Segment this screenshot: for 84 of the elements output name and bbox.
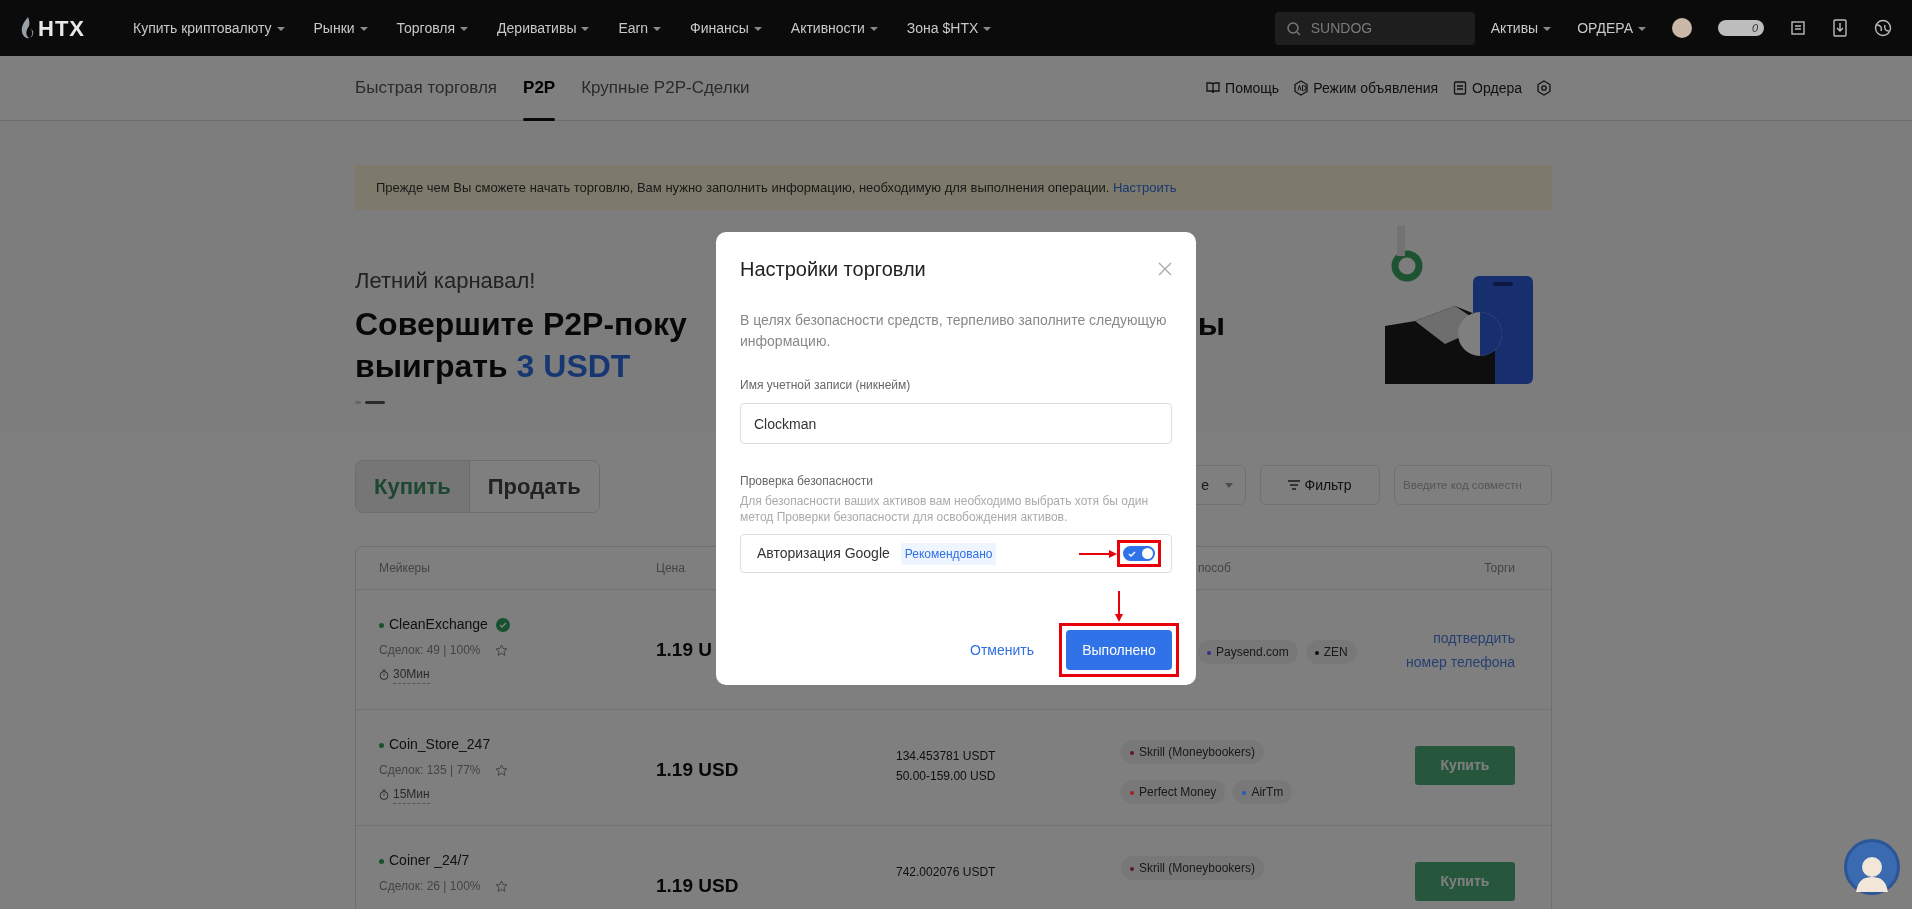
header-link[interactable]: Режим объявления (1293, 77, 1439, 99)
nav-menu-item[interactable]: Финансы (690, 17, 762, 39)
setup-link[interactable]: Настроить (1112, 179, 1177, 195)
star-icon[interactable] (494, 763, 508, 777)
nav-menu-item[interactable]: Деривативы (497, 17, 590, 39)
done-button[interactable]: Выполнено (1066, 630, 1172, 670)
promo-headline: ы (1197, 305, 1225, 344)
trade-side-tab[interactable]: Продать (468, 461, 599, 512)
dialog-title: Настройки торговли (740, 257, 926, 282)
maker-name[interactable]: CleanExchange (379, 614, 488, 635)
field-label: Проверка безопасности (740, 473, 874, 490)
hexagon-icon (1293, 80, 1310, 96)
field-label: Имя учетной записи (никнейм) (740, 377, 912, 394)
user-avatar[interactable] (1672, 18, 1692, 38)
header-link[interactable]: Помощь (1205, 77, 1280, 99)
column-header: пособ (1198, 561, 1231, 575)
nickname-input-field[interactable]: Clockman (740, 403, 1172, 444)
payment-method-tag: ZEN (1305, 640, 1357, 664)
payment-time: 30Мин (393, 665, 430, 684)
logo-text[interactable]: HTX (38, 11, 85, 45)
payment-method-tag: Skrill (Moneybookers) (1121, 856, 1265, 880)
payment-time: 15Мин (393, 785, 430, 804)
maker-name[interactable]: Coiner _24/7 (379, 850, 470, 871)
promo-kicker: Летний карнавал! (355, 267, 536, 295)
filter-button[interactable]: Фильтр (1260, 465, 1380, 505)
column-header: Цена (656, 561, 685, 575)
cancel-button[interactable]: Отменить (970, 639, 1034, 661)
settings-icon[interactable] (1536, 80, 1552, 96)
person-silhouette-icon (1854, 854, 1890, 892)
payment-method-tag: Perfect Money (1121, 780, 1226, 804)
select-value: е (1201, 475, 1209, 495)
timer-icon (379, 669, 389, 680)
security-hint: Для безопасности ваших активов вам необходимо выбрать хотя бы один метод Проверки безопасности для освобождения активов. (740, 493, 1150, 525)
toggle-switch[interactable] (1123, 546, 1155, 561)
price-value: 1.19 USD (656, 759, 739, 780)
price-value: 1.19 U (656, 639, 712, 660)
nav-menu-item[interactable]: Зона $HTX (906, 17, 992, 39)
payment-method-tag: Skrill (Moneybookers) (1121, 740, 1265, 764)
amount-text: 134.453781 USDT (896, 748, 997, 765)
nav-menu-item[interactable]: Торговля (396, 17, 469, 39)
points-badge[interactable]: 0 (1718, 20, 1764, 36)
promo-headline: выиграть 3 USDT (355, 347, 631, 386)
nav-menu-item[interactable]: Рынки (313, 17, 368, 39)
trade-stats: Сделок: 49 | 100% (379, 642, 481, 659)
maker-name[interactable]: Coin_Store_247 (379, 734, 491, 755)
amount-text: 742.002076 USDT (896, 864, 997, 881)
verify-phone-link[interactable]: подтвердить номер телефона (1395, 626, 1515, 674)
payment-method-tag: Paysend.com (1198, 640, 1298, 664)
nav-menu-item[interactable]: Активности (790, 17, 878, 39)
nav-menu-item[interactable]: ОРДЕРА (1577, 17, 1646, 39)
search-icon (1286, 21, 1301, 36)
globe-icon[interactable] (1874, 19, 1892, 37)
amount-text: 50.00-159.00 USD (896, 768, 997, 785)
filter-icon (1288, 480, 1301, 490)
message-icon[interactable] (1790, 20, 1806, 36)
points-count: 0 (1751, 20, 1758, 36)
annotation-arrow (1115, 591, 1123, 622)
flame-logo-icon (20, 16, 34, 40)
search-field[interactable]: SUNDOG (1274, 11, 1475, 45)
trade-stats: Сделок: 26 | 100% (379, 878, 481, 895)
method-name: Авторизация Google (757, 544, 890, 563)
check-icon (1128, 550, 1136, 557)
timer-icon (379, 789, 389, 800)
column-header: Мейкеры (379, 561, 430, 575)
support-avatar[interactable] (1844, 839, 1900, 895)
trade-stats: Сделок: 135 | 77% (379, 762, 481, 779)
caret-icon (1225, 482, 1233, 488)
download-icon[interactable] (1832, 19, 1848, 37)
recommended-tag: Рекомендовано (900, 542, 997, 565)
dialog-intro: В целях безопасности средств, терпеливо заполните следующую информацию. (740, 311, 1168, 351)
nav-menu-item[interactable]: Earn (618, 17, 662, 39)
nav-menu-item[interactable]: Активы (1490, 17, 1552, 39)
star-icon[interactable] (494, 643, 508, 657)
column-header: Торги (1484, 561, 1515, 575)
notice-text: Прежде чем Вы сможете начать торговлю, Вам нужно заполнить информацию, необходимую для выполнения операции. Настроить (376, 178, 1177, 197)
promo-headline: Совершите P2P-поку (355, 305, 687, 344)
close-icon[interactable] (1158, 262, 1172, 276)
star-icon[interactable] (494, 879, 508, 893)
price-value: 1.19 USD (656, 875, 739, 896)
nav-menu-item[interactable]: Купить криптовалюту (133, 17, 285, 39)
list-icon (1452, 80, 1469, 96)
book-icon (1205, 80, 1222, 96)
header-link[interactable]: Ордера (1452, 77, 1522, 99)
payment-method-tag: AirTm (1233, 780, 1293, 804)
